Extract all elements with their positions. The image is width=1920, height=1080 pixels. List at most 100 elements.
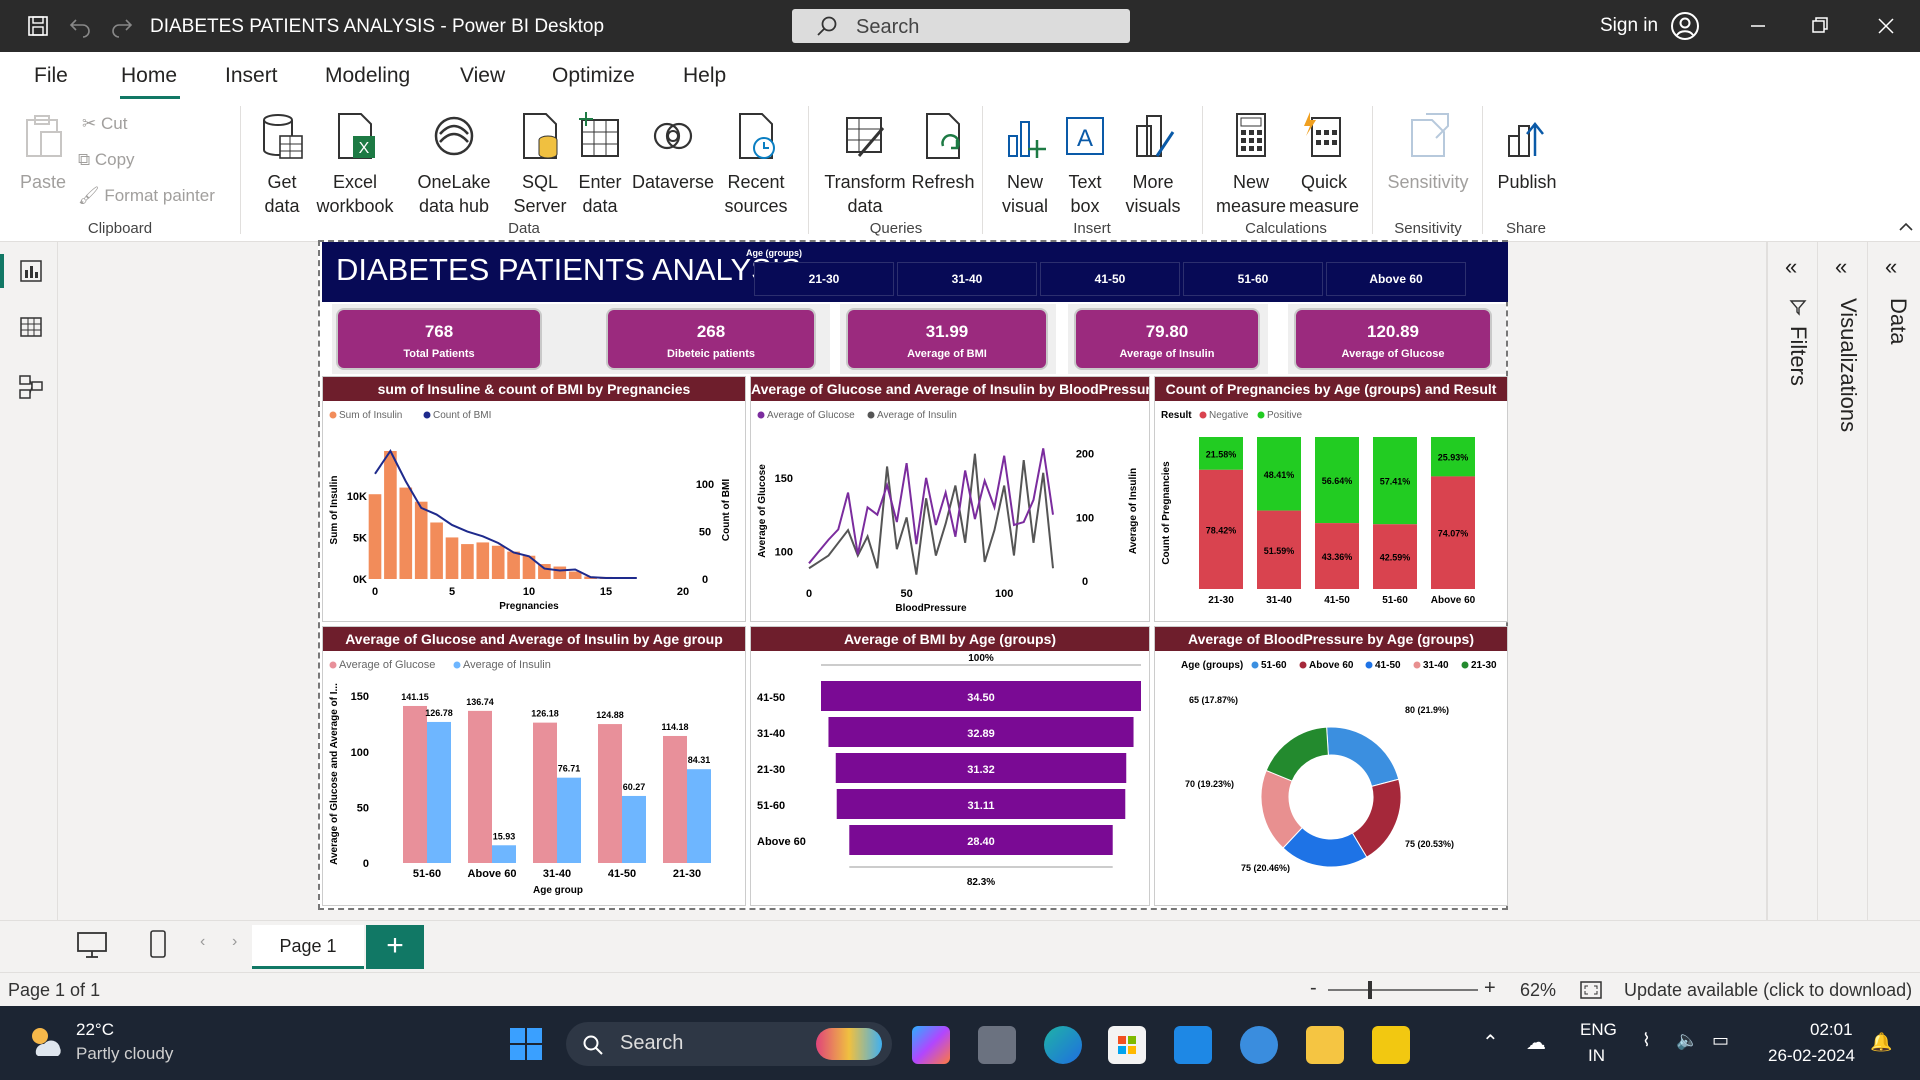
- zoom-in-button[interactable]: +: [1484, 977, 1496, 1000]
- slicer-option-21-30[interactable]: 21-30: [754, 262, 894, 296]
- kpi-average-bmi[interactable]: 31.99 Average of BMI: [846, 308, 1048, 370]
- cut-button[interactable]: ✂ Cut: [82, 114, 127, 134]
- table-view-icon[interactable]: [18, 314, 44, 340]
- update-available-link[interactable]: Update available (click to download): [1624, 980, 1912, 1001]
- weather-icon[interactable]: [26, 1024, 66, 1060]
- glucose-insulin-by-age-chart[interactable]: Average of Glucose and Average of Insuli…: [322, 626, 746, 906]
- redo-icon[interactable]: [110, 14, 134, 38]
- group-label-share: Share: [1505, 220, 1547, 237]
- pregnancies-by-age-result-chart[interactable]: Count of Pregnancies by Age (groups) and…: [1154, 376, 1508, 622]
- recent-sources-button[interactable]: Recent sources: [718, 112, 794, 218]
- x-tick-label: 10: [523, 586, 535, 598]
- new-measure-button[interactable]: New measure: [1214, 112, 1288, 218]
- expand-filters-icon[interactable]: «: [1785, 254, 1797, 280]
- quick-measure-button[interactable]: Quick measure: [1288, 112, 1360, 218]
- kpi-average-glucose[interactable]: 120.89 Average of Glucose: [1294, 308, 1492, 370]
- zoom-out-button[interactable]: -: [1310, 977, 1317, 1000]
- restore-icon[interactable]: [1800, 10, 1840, 42]
- sensitivity-button[interactable]: Sensitivity: [1382, 112, 1474, 194]
- close-icon[interactable]: [1866, 10, 1906, 42]
- visualizations-pane-label[interactable]: Visualizations: [1835, 298, 1861, 432]
- glucose-insulin-by-bloodpressure-chart[interactable]: Average of Glucose and Average of Insuli…: [750, 376, 1150, 622]
- insulin-bmi-by-pregnancies-chart[interactable]: sum of Insuline & count of BMI by Pregna…: [322, 376, 746, 622]
- bloodpressure-by-age-donut-chart[interactable]: Average of BloodPressure by Age (groups)…: [1154, 626, 1508, 906]
- clock-time[interactable]: 02:01: [1810, 1020, 1853, 1040]
- menu-home[interactable]: Home: [121, 64, 177, 88]
- model-view-icon[interactable]: [18, 374, 44, 400]
- battery-icon[interactable]: ▭: [1712, 1030, 1729, 1051]
- store-icon[interactable]: [1108, 1026, 1146, 1064]
- paste-button[interactable]: Paste: [18, 112, 68, 194]
- wifi-icon[interactable]: ⌇: [1642, 1030, 1651, 1051]
- add-page-button[interactable]: +: [366, 925, 424, 969]
- new-visual-button[interactable]: New visual: [994, 112, 1056, 218]
- menu-optimize[interactable]: Optimize: [552, 64, 635, 88]
- taskbar-search-input[interactable]: Search: [566, 1022, 892, 1066]
- next-page-icon[interactable]: ›: [232, 933, 237, 951]
- undo-icon[interactable]: [68, 14, 92, 38]
- get-data-button[interactable]: Get data: [252, 112, 312, 218]
- filters-pane-label[interactable]: Filters: [1785, 326, 1811, 386]
- dataverse-button[interactable]: Dataverse: [630, 112, 716, 194]
- excel-workbook-button[interactable]: X Excel workbook: [312, 112, 398, 218]
- sign-in-link[interactable]: Sign in: [1600, 15, 1658, 37]
- file-explorer-icon[interactable]: [1306, 1026, 1344, 1064]
- slicer-option-41-50[interactable]: 41-50: [1040, 262, 1180, 296]
- slicer-option-above-60[interactable]: Above 60: [1326, 262, 1466, 296]
- kpi-diabetic-patients[interactable]: 268 Dibeteic patients: [606, 308, 816, 370]
- transform-data-button[interactable]: Transform data: [820, 112, 910, 218]
- refresh-button[interactable]: Refresh: [910, 112, 976, 194]
- menu-file[interactable]: File: [34, 64, 68, 88]
- menu-view[interactable]: View: [460, 64, 505, 88]
- expand-visualizations-icon[interactable]: «: [1835, 254, 1847, 280]
- kpi-average-insulin[interactable]: 79.80 Average of Insulin: [1074, 308, 1260, 370]
- menu-modeling[interactable]: Modeling: [325, 64, 410, 88]
- chart-title: Average of Glucose and Average of Insuli…: [751, 377, 1149, 401]
- task-view-icon[interactable]: [978, 1026, 1016, 1064]
- kpi-total-patients[interactable]: 768 Total Patients: [336, 308, 542, 370]
- menu-insert[interactable]: Insert: [225, 64, 278, 88]
- data-pane-label[interactable]: Data: [1885, 298, 1911, 344]
- language-line-2[interactable]: IN: [1588, 1046, 1605, 1066]
- slicer-option-31-40[interactable]: 31-40: [897, 262, 1037, 296]
- volume-icon[interactable]: 🔈: [1676, 1030, 1698, 1051]
- zoom-slider-thumb[interactable]: [1368, 981, 1372, 999]
- account-icon[interactable]: [1670, 11, 1700, 41]
- onedrive-icon[interactable]: ☁: [1526, 1030, 1546, 1055]
- start-icon[interactable]: [508, 1026, 544, 1062]
- myhp-icon[interactable]: [1174, 1026, 1212, 1064]
- language-line-1[interactable]: ENG: [1580, 1020, 1617, 1040]
- clock-date[interactable]: 26-02-2024: [1768, 1046, 1855, 1066]
- legend-title: Age (groups): [1181, 660, 1243, 671]
- copy-button[interactable]: ⧉ Copy: [78, 150, 135, 170]
- text-box-button[interactable]: A Text box: [1058, 112, 1112, 218]
- menu-help[interactable]: Help: [683, 64, 726, 88]
- report-view-icon[interactable]: [18, 258, 44, 284]
- copilot-icon[interactable]: [912, 1026, 950, 1064]
- onelake-button[interactable]: OneLake data hub: [398, 112, 510, 218]
- notification-bell-icon[interactable]: 🔔: [1870, 1032, 1892, 1053]
- fit-to-page-icon[interactable]: [1580, 981, 1602, 999]
- desktop-layout-icon[interactable]: [76, 931, 108, 959]
- more-visuals-button[interactable]: More visuals: [1116, 112, 1190, 218]
- scissors-icon: ✂: [82, 114, 101, 133]
- zoom-slider[interactable]: [1328, 989, 1478, 991]
- show-hidden-icons[interactable]: ⌃: [1482, 1030, 1499, 1055]
- page-tab-1[interactable]: Page 1: [252, 925, 364, 969]
- sql-server-button[interactable]: SQL Server: [512, 112, 568, 218]
- mobile-layout-icon[interactable]: [148, 929, 168, 959]
- prev-page-icon[interactable]: ‹: [200, 933, 205, 951]
- bmi-by-age-funnel-chart[interactable]: Average of BMI by Age (groups) 100% 34.50…: [750, 626, 1150, 906]
- edge-icon[interactable]: [1044, 1026, 1082, 1064]
- slicer-option-51-60[interactable]: 51-60: [1183, 262, 1323, 296]
- save-icon[interactable]: [26, 14, 50, 38]
- expand-data-icon[interactable]: «: [1885, 254, 1897, 280]
- power-bi-taskbar-icon[interactable]: [1372, 1026, 1410, 1064]
- minimize-icon[interactable]: [1738, 10, 1778, 42]
- help-icon[interactable]: [1240, 1026, 1278, 1064]
- search-input[interactable]: Search: [792, 9, 1130, 43]
- publish-button[interactable]: Publish: [1494, 112, 1560, 194]
- format-painter-button[interactable]: 🖌 Format painter: [78, 186, 215, 206]
- collapse-ribbon-icon[interactable]: [1898, 220, 1914, 234]
- enter-data-button[interactable]: Enter data: [572, 112, 628, 218]
